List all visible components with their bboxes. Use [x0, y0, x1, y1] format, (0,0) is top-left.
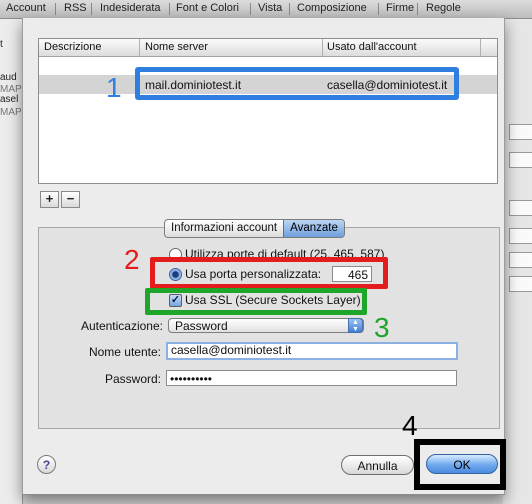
toolbar-separator: [289, 3, 290, 15]
auth-popup[interactable]: Password ▲ ▼: [168, 318, 364, 333]
table-header: Descrizione Nome server Usato dall'accou…: [39, 39, 497, 57]
tab-avanzate[interactable]: Avanzate: [283, 220, 344, 237]
tab-informazioni-account[interactable]: Informazioni account: [165, 220, 283, 237]
tab-vista[interactable]: Vista: [258, 2, 282, 14]
highlight-ok-button: [414, 439, 506, 490]
background-field: [509, 200, 532, 216]
smtp-server-table[interactable]: Descrizione Nome server Usato dall'accou…: [38, 38, 498, 184]
username-label: Nome utente:: [88, 345, 161, 359]
background-account-list: t aud MAP asel MAP: [0, 19, 23, 504]
password-input[interactable]: ••••••••••: [166, 370, 457, 386]
background-field: [509, 228, 532, 244]
username-input[interactable]: casella@dominiotest.it: [166, 342, 458, 360]
auth-popup-value: Password: [175, 319, 228, 333]
auth-label: Autenticazione:: [80, 319, 163, 333]
password-label: Password:: [104, 372, 161, 386]
toolbar-separator: [378, 3, 379, 15]
tab-account[interactable]: Account: [6, 2, 46, 14]
tab-regole[interactable]: Regole: [426, 2, 461, 14]
background-list-text: MAP: [0, 107, 22, 118]
annotation-number-1: 1: [106, 72, 122, 103]
column-usato-account[interactable]: Usato dall'account: [327, 41, 417, 53]
background-list-text: aud: [0, 72, 17, 83]
annotation-number-4: 4: [402, 410, 418, 441]
help-button[interactable]: ?: [37, 455, 56, 474]
annotation-number-3: 3: [374, 312, 390, 343]
tab-firme[interactable]: Firme: [386, 2, 414, 14]
popup-arrows-icon: ▲ ▼: [348, 318, 363, 333]
background-field: [509, 252, 532, 268]
column-separator: [480, 39, 481, 56]
toolbar-separator: [55, 3, 56, 15]
toolbar-separator: [169, 3, 170, 15]
annotation-number-2: 2: [124, 244, 140, 275]
column-separator: [322, 39, 323, 56]
settings-tabs: Informazioni account Avanzate: [164, 219, 345, 238]
background-field: [509, 152, 532, 168]
toolbar-separator: [417, 3, 418, 15]
column-descrizione[interactable]: Descrizione: [44, 41, 101, 53]
background-list-text: t: [0, 39, 3, 50]
highlight-ssl: [145, 288, 367, 315]
toolbar-separator: [250, 3, 251, 15]
column-separator: [139, 39, 140, 56]
column-nome-server[interactable]: Nome server: [145, 41, 208, 53]
background-list-text: asel: [0, 94, 19, 105]
tab-indesiderata[interactable]: Indesiderata: [100, 2, 161, 14]
tab-composizione[interactable]: Composizione: [297, 2, 367, 14]
highlight-server-row: [135, 67, 459, 100]
add-server-button[interactable]: +: [40, 191, 59, 208]
toolbar-separator: [91, 3, 92, 15]
remove-server-button[interactable]: −: [61, 191, 80, 208]
background-field: [509, 276, 532, 292]
background-toolbar: Account RSS Indesiderata Font e Colori V…: [0, 0, 532, 19]
highlight-custom-port: [150, 257, 388, 289]
tab-rss[interactable]: RSS: [64, 2, 87, 14]
tab-font-colori[interactable]: Font e Colori: [176, 2, 239, 14]
background-field: [509, 124, 532, 140]
cancel-button[interactable]: Annulla: [341, 455, 414, 475]
